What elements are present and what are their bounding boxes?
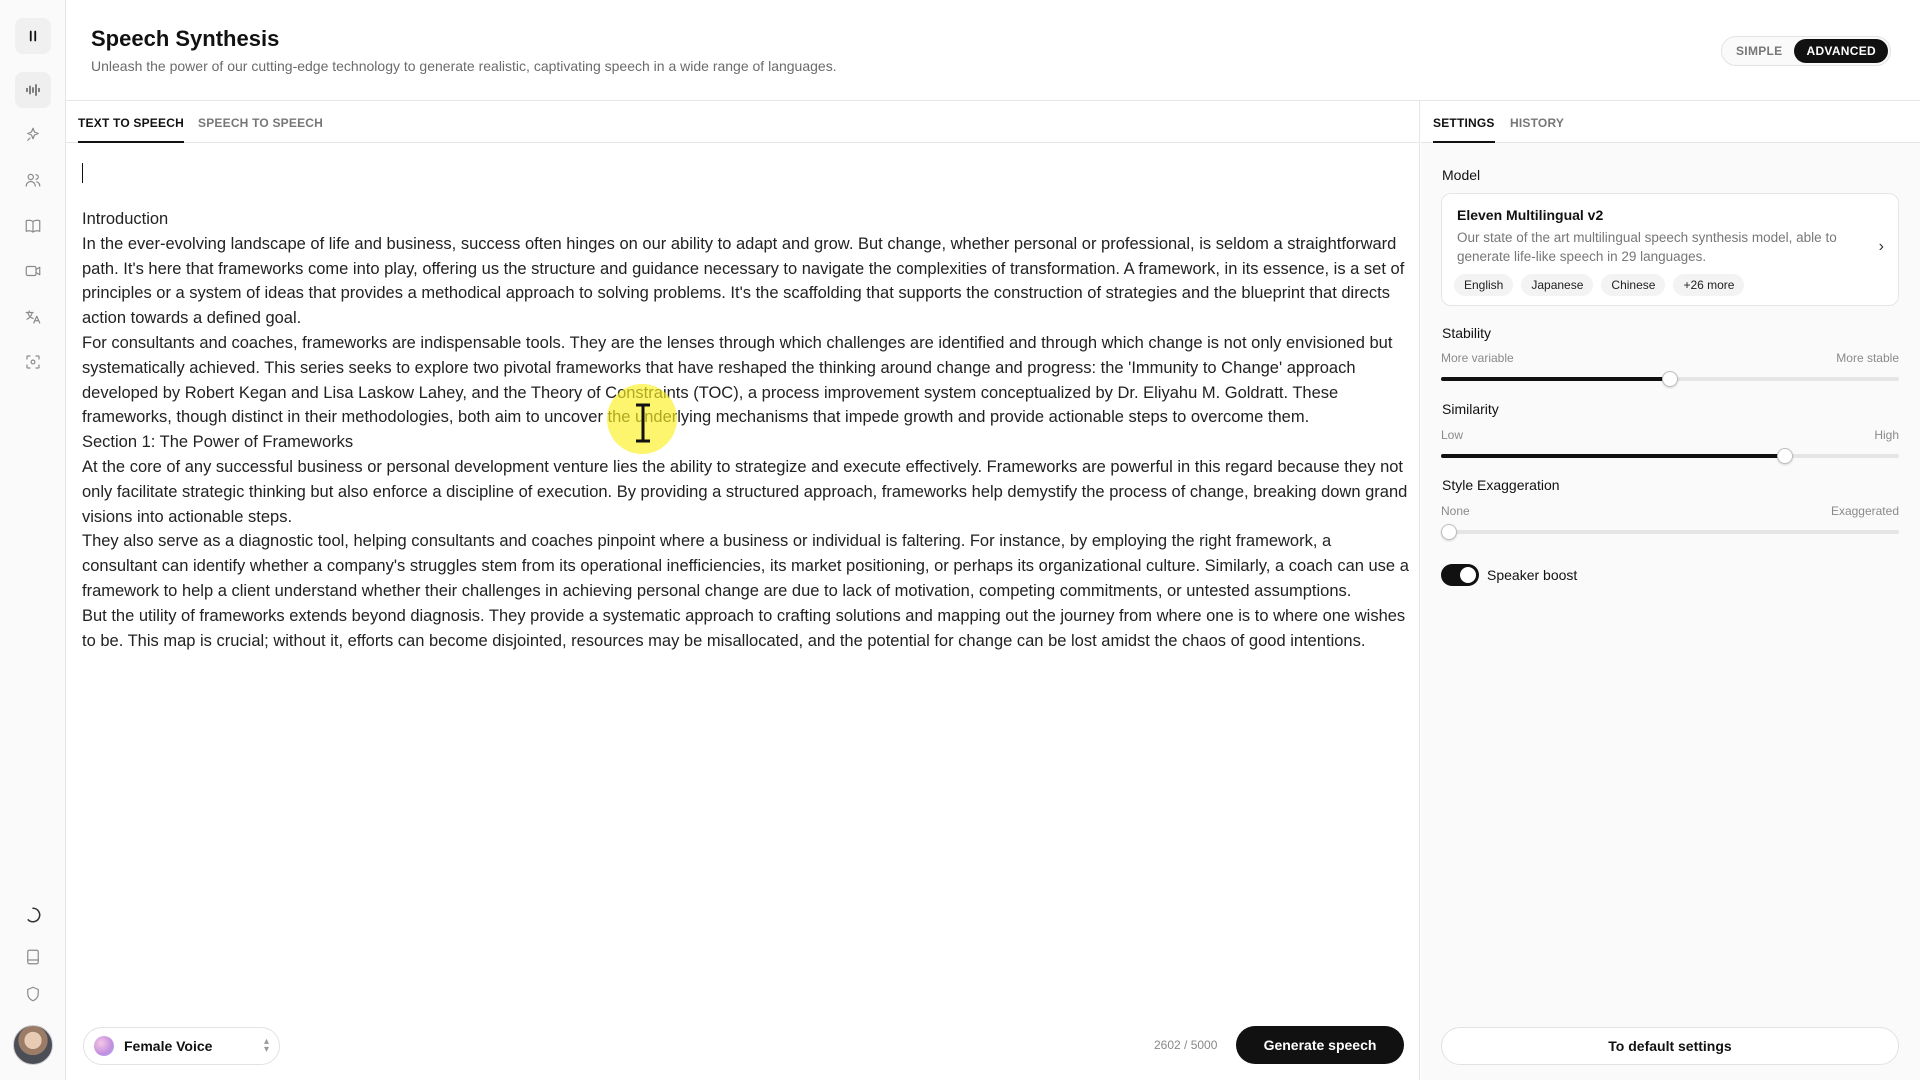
language-chip: Japanese — [1521, 274, 1594, 296]
settings-panel: SETTINGS HISTORY Model Eleven Multilingu… — [1421, 101, 1920, 1080]
language-chips: English Japanese Chinese +26 more — [1454, 274, 1745, 296]
stability-label: Stability — [1442, 325, 1492, 341]
stability-slider-fill — [1441, 377, 1670, 381]
stability-high-label: More stable — [1836, 351, 1899, 365]
paragraph: In the ever-evolving landscape of life a… — [82, 234, 1405, 328]
stability-slider[interactable] — [1441, 371, 1899, 387]
similarity-range-labels: Low High — [1441, 428, 1899, 442]
language-chip: English — [1454, 274, 1514, 296]
nav-projects[interactable] — [15, 208, 51, 244]
sparkle-icon — [27, 127, 39, 141]
paragraph: But the utility of frameworks extends be… — [82, 606, 1406, 650]
paragraph: For consultants and coaches, frameworks … — [82, 333, 1393, 427]
tab-text-to-speech[interactable]: TEXT TO SPEECH — [78, 116, 184, 143]
editor-panel: TEXT TO SPEECH SPEECH TO SPEECH Introduc… — [66, 101, 1420, 1080]
style-slider-thumb[interactable] — [1441, 524, 1457, 540]
waveform-icon — [26, 84, 40, 96]
similarity-slider-thumb[interactable] — [1776, 448, 1793, 464]
tab-settings[interactable]: SETTINGS — [1433, 116, 1495, 143]
pause-button[interactable] — [15, 18, 51, 54]
style-exaggeration-label: Style Exaggeration — [1442, 477, 1560, 493]
paragraph: Introduction — [82, 210, 169, 228]
nav-classifier[interactable] — [15, 344, 51, 380]
model-description: Our state of the art multilingual speech… — [1457, 230, 1837, 264]
settings-tabs: SETTINGS HISTORY — [1421, 101, 1920, 143]
nav-speech-synthesis[interactable] — [15, 72, 51, 108]
style-range-labels: None Exaggerated — [1441, 504, 1899, 518]
model-selector[interactable]: Eleven Multilingual v2 Our state of the … — [1441, 193, 1899, 306]
similarity-label: Similarity — [1442, 401, 1499, 417]
toggle-knob — [1460, 567, 1476, 583]
editor-tabs: TEXT TO SPEECH SPEECH TO SPEECH — [66, 101, 1419, 143]
default-settings-button[interactable]: To default settings — [1441, 1027, 1899, 1065]
stability-slider-thumb[interactable] — [1662, 371, 1678, 387]
similarity-slider-fill — [1441, 454, 1785, 458]
paragraph: Section 1: The Power of Frameworks — [82, 433, 354, 452]
updown-chevron-icon: ▴ ▾ — [263, 1036, 269, 1055]
character-count: 2602 / 5000 — [1154, 1038, 1218, 1052]
pause-icon — [29, 30, 37, 42]
nav-docs[interactable] — [15, 939, 51, 975]
similarity-low-label: Low — [1441, 428, 1464, 442]
nav-usage[interactable] — [15, 897, 51, 933]
speaker-boost-toggle[interactable] — [1441, 564, 1479, 586]
document-icon — [27, 949, 39, 965]
page-subtitle: Unleash the power of our cutting-edge te… — [91, 58, 837, 74]
mode-advanced[interactable]: ADVANCED — [1794, 39, 1888, 63]
nav-dubbing[interactable] — [15, 253, 51, 289]
shield-icon — [27, 986, 39, 1002]
video-icon — [25, 265, 41, 277]
style-low-label: None — [1441, 504, 1470, 518]
model-label: Model — [1442, 167, 1481, 183]
model-name: Eleven Multilingual v2 — [1457, 207, 1604, 223]
users-icon — [25, 173, 41, 187]
nav-voices[interactable] — [15, 162, 51, 198]
text-caret — [82, 163, 83, 183]
voice-label: Female Voice — [124, 1038, 213, 1054]
nav-translate[interactable] — [15, 299, 51, 335]
tab-history[interactable]: HISTORY — [1510, 116, 1564, 141]
page-header: Speech Synthesis Unleash the power of ou… — [66, 0, 1920, 101]
nav-voice-changer[interactable] — [15, 117, 51, 153]
mode-toggle[interactable]: SIMPLE ADVANCED — [1721, 36, 1891, 66]
voice-avatar-icon — [94, 1036, 114, 1056]
similarity-high-label: High — [1874, 428, 1899, 442]
style-high-label: Exaggerated — [1830, 504, 1899, 518]
ibeam-cursor-icon — [636, 403, 650, 443]
tab-speech-to-speech[interactable]: SPEECH TO SPEECH — [198, 116, 323, 141]
nav-privacy[interactable] — [15, 976, 51, 1012]
similarity-slider[interactable] — [1441, 448, 1899, 464]
language-chip-more: +26 more — [1673, 274, 1745, 296]
avatar[interactable] — [13, 1025, 53, 1065]
paragraph: They also serve as a diagnostic tool, he… — [82, 532, 1409, 600]
chevron-right-icon: › — [1878, 238, 1884, 255]
language-chip: Chinese — [1601, 274, 1666, 296]
stability-low-label: More variable — [1441, 351, 1514, 365]
translate-icon — [25, 310, 41, 324]
speaker-boost-label: Speaker boost — [1487, 567, 1578, 583]
voice-select[interactable]: Female Voice ▴ ▾ — [83, 1027, 280, 1065]
generate-speech-button[interactable]: Generate speech — [1236, 1026, 1404, 1064]
paragraph: At the core of any successful business o… — [82, 457, 1408, 526]
style-exaggeration-slider[interactable] — [1441, 524, 1899, 540]
left-rail — [0, 0, 66, 1080]
text-editor[interactable]: Introduction In the ever-evolving landsc… — [82, 159, 1410, 653]
stability-range-labels: More variable More stable — [1441, 351, 1899, 365]
loading-circle-icon — [27, 907, 41, 923]
page-title: Speech Synthesis — [91, 26, 280, 51]
mode-simple[interactable]: SIMPLE — [1724, 39, 1794, 63]
book-icon — [25, 219, 41, 233]
scan-icon — [26, 355, 40, 369]
